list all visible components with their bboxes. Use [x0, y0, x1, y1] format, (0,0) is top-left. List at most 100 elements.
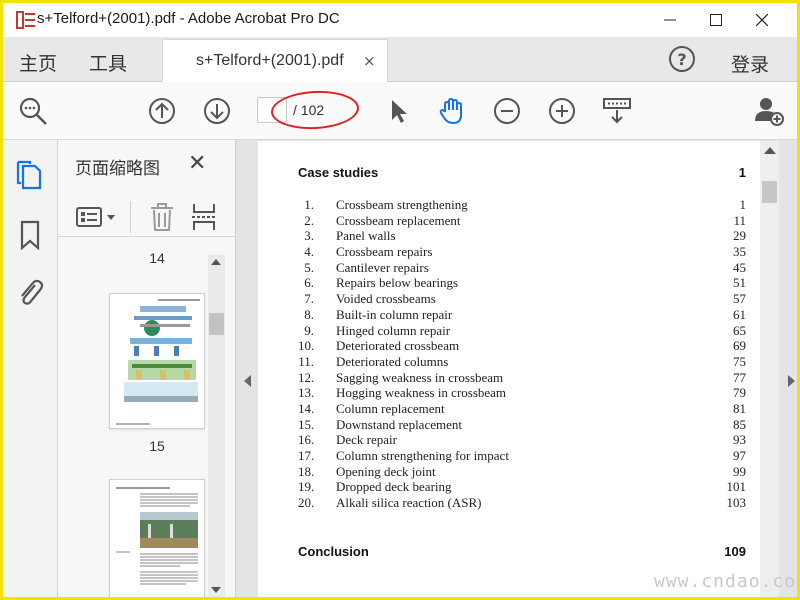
toc-page: 61: [733, 306, 746, 322]
page-thumbnails-icon[interactable]: [13, 158, 47, 192]
thumbnail-label-14: 14: [149, 250, 165, 266]
toc-item[interactable]: 20. Alkali silica reaction (ASR) 103: [298, 495, 748, 511]
toc-num: 11.: [298, 353, 314, 369]
toc-num: 4.: [304, 244, 314, 260]
page-number-input[interactable]: [257, 97, 287, 123]
scroll-up-arrow-icon[interactable]: [764, 147, 776, 154]
toc-item[interactable]: 3. Panel walls 29: [298, 228, 748, 244]
attachment-icon[interactable]: [13, 275, 47, 309]
toc-title: Column strengthening for impact: [336, 448, 509, 463]
toolbar-divider: [130, 201, 131, 233]
toc-title: Opening deck joint: [336, 463, 436, 479]
toc-item[interactable]: 4. Crossbeam repairs 35: [298, 244, 748, 260]
toc-num: 9.: [304, 322, 314, 338]
collapse-left-arrow-icon[interactable]: [244, 375, 251, 387]
toc-item[interactable]: 6. Repairs below bearings 51: [298, 275, 748, 291]
zoom-minus-icon[interactable]: [491, 95, 523, 127]
toc-item[interactable]: 9. Hinged column repair 65: [298, 323, 748, 339]
app-logo-icon: [13, 8, 39, 32]
toc-num: 7.: [304, 291, 314, 307]
toc-num: 18.: [298, 463, 315, 479]
scroll-down-arrow-icon[interactable]: [211, 587, 221, 593]
bookmark-icon[interactable]: [13, 218, 47, 252]
toc-item[interactable]: 10. Deteriorated crossbeam 69: [298, 338, 748, 354]
section-title: Case studies: [298, 165, 379, 180]
toc-page: 85: [733, 416, 746, 432]
toc-item[interactable]: 8. Built-in column repair 61: [298, 307, 748, 323]
toc-title: Hinged column repair: [336, 322, 451, 338]
toc-page: 77: [733, 369, 746, 385]
toc-num: 17.: [298, 448, 315, 463]
minimize-button[interactable]: [647, 3, 693, 37]
toc-num: 13.: [298, 385, 315, 401]
scroll-up-arrow-icon[interactable]: [211, 259, 221, 265]
toc-page: 79: [733, 385, 746, 401]
zoom-plus-icon[interactable]: [546, 95, 578, 127]
toc-item[interactable]: 14. Column replacement 81: [298, 401, 748, 417]
page-down-icon[interactable]: [201, 95, 233, 127]
toc-num: 20.: [298, 495, 315, 511]
toc-item[interactable]: 1. Crossbeam strengthening 1: [298, 197, 748, 213]
toc-num: 5.: [304, 259, 314, 275]
close-tab-icon[interactable]: ×: [363, 52, 376, 70]
select-arrow-icon[interactable]: [382, 95, 414, 127]
thumbnail-panel: 页面缩略图 ✕ 14 15: [58, 140, 236, 597]
toc-page: 35: [733, 244, 746, 260]
page-thumbnail-15[interactable]: [109, 293, 205, 429]
total-pages-label: / 102: [293, 102, 325, 118]
thumbnail-scrollbar[interactable]: [208, 255, 225, 597]
toc-title: Sagging weakness in crossbeam: [336, 369, 504, 385]
document-tab[interactable]: s+Telford+(2001).pdf ×: [162, 39, 388, 82]
add-user-icon[interactable]: [753, 95, 785, 127]
toc-list: 1. Crossbeam strengthening 1 2. Crossbeam r…: [298, 197, 748, 511]
toc-item[interactable]: 18. Opening deck joint 99: [298, 464, 748, 480]
delete-icon[interactable]: [148, 202, 176, 232]
close-panel-icon[interactable]: ✕: [188, 151, 206, 176]
toc-num: 3.: [304, 228, 314, 244]
left-rail: [3, 140, 58, 597]
document-tab-title: s+Telford+(2001).pdf: [196, 52, 344, 69]
home-tab[interactable]: 主页: [19, 49, 57, 76]
document-scrollbar[interactable]: [760, 141, 779, 597]
toc-item[interactable]: 12. Sagging weakness in crossbeam 77: [298, 370, 748, 386]
section-title: Conclusion: [298, 544, 369, 559]
section-page: 1: [738, 165, 746, 180]
tools-tab[interactable]: 工具: [89, 49, 127, 76]
toc-item[interactable]: 13. Hogging weakness in crossbeam 79: [298, 385, 748, 401]
toc-item[interactable]: 16. Deck repair 93: [298, 432, 748, 448]
toc-item[interactable]: 19. Dropped deck bearing 101: [298, 479, 748, 495]
toc-title: Alkali silica reaction (ASR): [336, 495, 482, 511]
toc-item[interactable]: 5. Cantilever repairs 45: [298, 260, 748, 276]
document-view: Case studies 1 1. Crossbeam strengthening…: [236, 140, 797, 597]
close-window-button[interactable]: [739, 3, 785, 37]
toc-item[interactable]: 7. Voided crossbeams 57: [298, 291, 748, 307]
hand-tool-icon[interactable]: [436, 95, 468, 127]
toc-num: 14.: [298, 400, 315, 416]
page-thumbnail-16[interactable]: [109, 479, 205, 597]
title-bar: s+Telford+(2001).pdf - Adobe Acrobat Pro…: [3, 3, 797, 37]
page-up-icon[interactable]: [146, 95, 178, 127]
marquee-zoom-icon[interactable]: [601, 95, 633, 127]
toc-page: 69: [733, 338, 746, 354]
toc-title: Crossbeam repairs: [336, 244, 433, 260]
toc-item[interactable]: 2. Crossbeam replacement 11: [298, 213, 748, 229]
insert-page-icon[interactable]: [190, 202, 218, 232]
toc-title: Hogging weakness in crossbeam: [336, 385, 507, 401]
toc-title: Crossbeam replacement: [336, 212, 461, 228]
toc-num: 16.: [298, 432, 315, 448]
expand-right-arrow-icon[interactable]: [788, 375, 795, 387]
toc-item[interactable]: 17. Column strengthening for impact 97: [298, 448, 748, 464]
toc-item[interactable]: 11. Deteriorated columns 75: [298, 354, 748, 370]
scrollbar-handle[interactable]: [209, 313, 224, 335]
toc-title: Dropped deck bearing: [336, 479, 452, 495]
scrollbar-handle[interactable]: [762, 181, 777, 203]
toc-title: Voided crossbeams: [336, 291, 436, 307]
login-button[interactable]: 登录: [731, 50, 769, 77]
toc-title: Repairs below bearings: [336, 275, 459, 291]
toc-item[interactable]: 15. Downstand replacement 85: [298, 417, 748, 433]
help-icon[interactable]: ?: [669, 46, 695, 72]
thumbnail-options-icon[interactable]: [74, 203, 120, 231]
toc-page: 93: [733, 432, 746, 448]
maximize-button[interactable]: [693, 3, 739, 37]
zoom-out-search-icon[interactable]: [17, 95, 49, 127]
